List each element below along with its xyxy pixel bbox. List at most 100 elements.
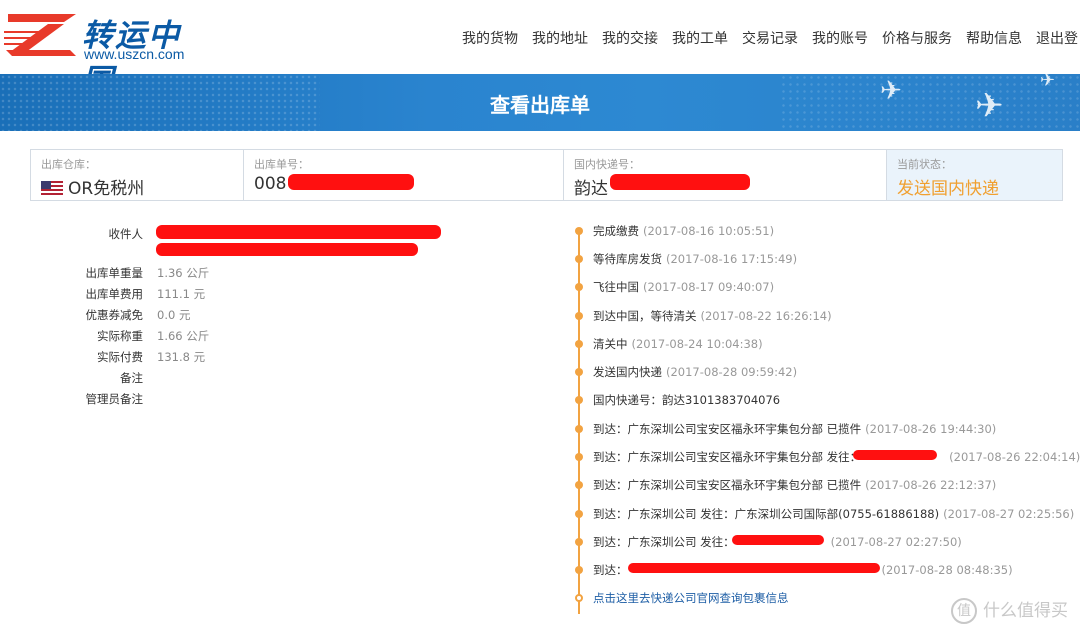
timeline-dot-icon: [575, 510, 583, 518]
watermark: 值什么值得买: [951, 596, 1068, 624]
detail-value: 1.36 公斤: [157, 266, 210, 280]
timeline-time: (2017-08-27 02:27:50): [830, 535, 962, 549]
recipient-label: 收件人: [108, 227, 144, 241]
timeline-time: (2017-08-26 22:04:14): [949, 450, 1080, 464]
timeline-time: (2017-08-22 16:26:14): [700, 309, 832, 323]
detail-value: 0.0 元: [157, 308, 191, 322]
nav-my-goods[interactable]: 我的货物: [455, 28, 525, 48]
timeline-dot-icon: [575, 312, 583, 320]
redaction-mark: [853, 450, 937, 460]
status-label: 当前状态：: [897, 158, 952, 171]
detail-row: 实际付费 131.8 元: [60, 349, 500, 367]
redaction-mark: [628, 563, 880, 573]
timeline-event: 到达：: [593, 563, 628, 577]
nav-logout[interactable]: 退出登: [1029, 28, 1080, 48]
nav-help[interactable]: 帮助信息: [959, 28, 1029, 48]
watermark-logo-icon: 值: [951, 598, 977, 624]
timeline-time: (2017-08-26 19:44:30): [865, 422, 997, 436]
detail-key: 出库单重量: [85, 266, 144, 280]
nav-my-tickets[interactable]: 我的工单: [665, 28, 735, 48]
redaction-mark: [156, 225, 441, 239]
timeline-event: 到达：广东深圳公司宝安区福永环宇集包分部 发往：: [593, 450, 862, 464]
detail-key: 优惠券减免: [85, 308, 144, 322]
timeline-event: 完成缴费: [593, 224, 639, 238]
timeline-time: (2017-08-26 22:12:37): [865, 478, 997, 492]
timeline-time: (2017-08-17 09:40:07): [643, 280, 775, 294]
timeline-end-dot-icon: [575, 594, 583, 602]
timeline-event: 清关中: [593, 337, 628, 351]
timeline-event: 发送国内快递: [593, 365, 662, 379]
us-flag-icon: [41, 181, 63, 195]
timeline-time: (2017-08-24 10:04:38): [631, 337, 763, 351]
timeline-time: (2017-08-28 09:59:42): [666, 365, 798, 379]
status-value: 发送国内快递: [897, 179, 999, 199]
timeline-dot-icon: [575, 453, 583, 461]
timeline-dot-icon: [575, 227, 583, 235]
order-number-cell: 出库单号： 008: [244, 150, 564, 200]
timeline-event: 飞往中国: [593, 280, 639, 294]
detail-key: 管理员备注: [85, 392, 144, 406]
order-summary-bar: 出库仓库： OR免税州 出库单号： 008 国内快递号： 韵达 当前状态： 发送…: [30, 149, 1063, 201]
main-nav: 我的货物 我的地址 我的交接 我的工单 交易记录 我的账号 价格与服务 帮助信息…: [455, 28, 1080, 48]
nav-my-address[interactable]: 我的地址: [525, 28, 595, 48]
timeline-dot-icon: [575, 283, 583, 291]
status-cell: 当前状态： 发送国内快递: [887, 150, 1062, 200]
warehouse-value: OR免税州: [68, 179, 145, 199]
tracking-timeline: 完成缴费 (2017-08-16 10:05:51) 等待库房发货 (2017-08…: [570, 215, 1080, 615]
logo-url: www.uszcn.com: [84, 46, 185, 62]
timeline-time: (2017-08-16 10:05:51): [643, 224, 775, 238]
nav-pricing[interactable]: 价格与服务: [875, 28, 959, 48]
timeline-dot-icon: [575, 538, 583, 546]
nav-transactions[interactable]: 交易记录: [735, 28, 805, 48]
timeline-dot-icon: [575, 425, 583, 433]
timeline-event: 到达：广东深圳公司 发往：广东深圳公司国际部(0755-61886188): [593, 507, 940, 521]
order-number-label: 出库单号：: [254, 158, 309, 171]
detail-value: 111.1 元: [157, 287, 206, 301]
detail-key: 实际付费: [97, 350, 143, 364]
logo-mark-icon: [4, 14, 76, 56]
detail-row: 出库单费用 111.1 元: [60, 286, 500, 304]
page-title: 查看出库单: [490, 93, 590, 117]
timeline-event: 国内快递号：韵达3101383704076: [593, 393, 781, 407]
detail-row: 优惠券减免 0.0 元: [60, 307, 500, 325]
redaction-mark: [732, 535, 824, 545]
detail-key: 备注: [120, 371, 143, 385]
redaction-mark: [156, 243, 418, 256]
detail-key: 出库单费用: [85, 287, 144, 301]
watermark-text: 什么值得买: [983, 601, 1068, 621]
timeline-dot-icon: [575, 481, 583, 489]
top-bar: 转运中国 www.uszcn.com 我的货物 我的地址 我的交接 我的工单 交…: [0, 0, 1080, 99]
timeline-event: 到达：广东深圳公司 发往：: [593, 535, 735, 549]
express-number-cell: 国内快递号： 韵达: [564, 150, 887, 200]
site-logo[interactable]: 转运中国 www.uszcn.com: [4, 8, 209, 99]
timeline-event: 等待库房发货: [593, 252, 662, 266]
timeline-dot-icon: [575, 340, 583, 348]
timeline-dot-icon: [575, 566, 583, 574]
redaction-mark: [288, 174, 414, 190]
warehouse-value-row: OR免税州: [41, 174, 233, 199]
timeline-dot-icon: [575, 255, 583, 263]
warehouse-label: 出库仓库：: [41, 158, 96, 171]
detail-value: 131.8 元: [157, 350, 206, 364]
warehouse-cell: 出库仓库： OR免税州: [31, 150, 244, 200]
timeline-time: (2017-08-28 08:48:35): [881, 563, 1013, 577]
redaction-mark: [610, 174, 750, 190]
page-banner: ✈ ✈ ✈ 查看出库单: [0, 74, 1080, 131]
timeline-dot-icon: [575, 396, 583, 404]
timeline-event: 到达中国，等待清关: [593, 309, 697, 323]
nav-my-account[interactable]: 我的账号: [805, 28, 875, 48]
detail-row: 出库单重量 1.36 公斤: [60, 265, 500, 283]
nav-my-handover[interactable]: 我的交接: [595, 28, 665, 48]
tracking-link[interactable]: 点击这里去快递公司官网查询包裹信息: [593, 591, 789, 605]
timeline-dot-icon: [575, 368, 583, 376]
express-number-label: 国内快递号：: [574, 158, 640, 171]
detail-row: 管理员备注: [60, 391, 500, 409]
detail-value: 1.66 公斤: [157, 329, 210, 343]
timeline-event: 到达：广东深圳公司宝安区福永环宇集包分部 已揽件: [593, 422, 862, 436]
detail-key: 实际称重: [97, 329, 143, 343]
timeline-time: (2017-08-16 17:15:49): [666, 252, 798, 266]
timeline-time: (2017-08-27 02:25:56): [943, 507, 1075, 521]
detail-row: 实际称重 1.66 公斤: [60, 328, 500, 346]
timeline-event: 到达：广东深圳公司宝安区福永环宇集包分部 已揽件: [593, 478, 862, 492]
detail-row: 备注: [60, 370, 500, 388]
